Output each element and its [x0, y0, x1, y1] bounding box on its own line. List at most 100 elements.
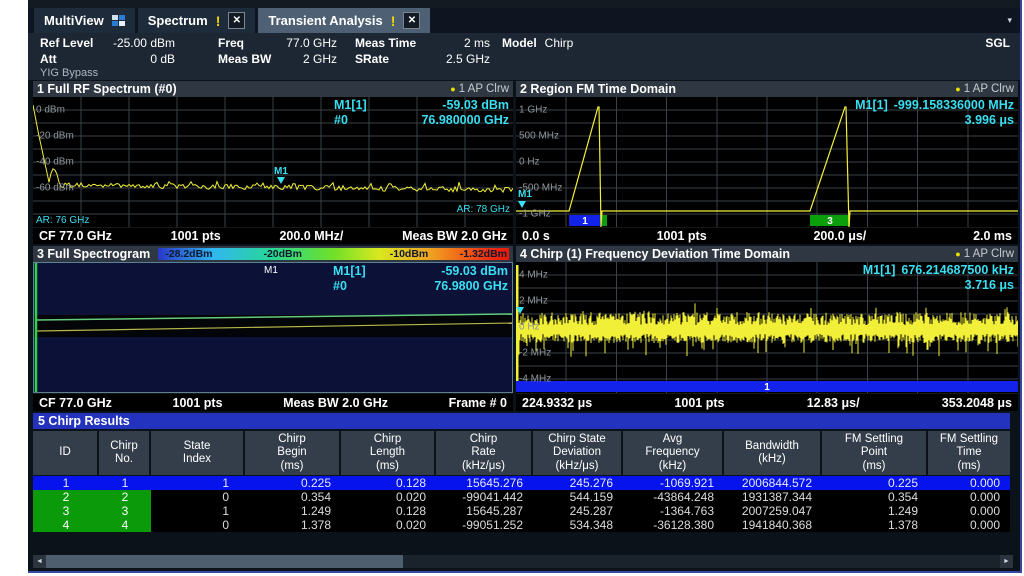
analyzer-window: MultiViewSpectrum!✕ Transient Analysis! ✕ ▾… [28, 0, 1022, 573]
table-row[interactable]: 2200.3540.020-99041.442544.159-43864.248… [33, 490, 1010, 504]
tab-transient-analysis[interactable]: Transient Analysis! ✕ [258, 8, 430, 33]
colorbar-label: -1.32dBm [460, 248, 507, 260]
cell: 3 [33, 504, 99, 518]
cell: 0.000 [928, 504, 1010, 518]
cell: 1941840.368 [724, 518, 822, 532]
panel2-footer: 0.0 s1001 pts200.0 μs/2.0 ms [516, 227, 1018, 244]
marker-value: 3.996 μs [965, 113, 1014, 128]
marker-readout-row: M1[1]-59.03 dBm [333, 264, 508, 279]
marker-name: #0 [333, 279, 385, 294]
marker-readout: M1[1]-999.158336000 MHz3.996 μs [855, 98, 1014, 128]
y-axis-label: 2 MHz [519, 296, 548, 307]
ref-level-label: Ref Level [40, 36, 93, 50]
tab-label: Transient Analysis [268, 13, 382, 28]
tab-dropdown-icon[interactable]: ▾ [1007, 15, 1012, 26]
scroll-right-arrow-icon[interactable]: ► [1000, 555, 1013, 568]
measurement-panels: 1 Full RF Spectrum (#0) ● 1 AP Clrw M10 … [28, 80, 1020, 411]
cell: 245.287 [533, 504, 623, 518]
panel-full-rf-spectrum[interactable]: 1 Full RF Spectrum (#0) ● 1 AP Clrw M10 … [33, 81, 513, 244]
srate-value: 2.5 GHz [389, 52, 490, 66]
cell: -99041.442 [436, 490, 533, 504]
spectrum-graph[interactable]: M10 dBm-20 dBm-40 dBm-60 dBmM1[1]-59.03 … [33, 97, 513, 227]
scrollbar-thumb[interactable] [46, 555, 403, 568]
frequency-deviation-graph[interactable]: 14 MHz2 MHz0 Hz-2 MHz-4 MHzM1[1]676.2146… [516, 262, 1018, 393]
panel-full-spectrogram[interactable]: 3 Full Spectrogram -28.2dBm-20dBm-10dBm-… [33, 246, 513, 411]
panel-chirp-frequency-deviation[interactable]: 4 Chirp (1) Frequency Deviation Time Dom… [516, 246, 1018, 411]
cell: 245.276 [533, 476, 623, 490]
grid-square [112, 21, 118, 26]
footer-item: 224.9332 μs [522, 396, 592, 410]
cell: 0.020 [341, 518, 436, 532]
y-axis-label: 0 dBm [36, 105, 65, 116]
footer-item: 2.0 ms [973, 229, 1012, 243]
svg-text:1: 1 [764, 382, 770, 393]
fm-time-domain-graph[interactable]: 13M11 GHz500 MHz0 Hz-500 MHz-1 GHzM1[1]-… [516, 97, 1018, 227]
cell: 0.354 [822, 490, 928, 504]
results-table-body: 1110.2250.12815645.276245.276-1069.92120… [33, 476, 1010, 532]
cell: 4 [99, 518, 151, 532]
srate-label: SRate [355, 52, 389, 66]
results-table-header: IDChirpNo.StateIndexChirpBegin(ms)ChirpL… [33, 431, 1010, 475]
setting-srate: SRate2.5 GHz [355, 52, 490, 66]
column-header: ChirpNo. [99, 431, 149, 475]
trace-badge: ● 1 AP Clrw [955, 83, 1014, 95]
cell: 0.020 [341, 490, 436, 504]
footer-item: 1001 pts [171, 229, 221, 243]
spectrogram-graph[interactable]: M1M1[1]-59.03 dBm#076.9800 GHz [33, 262, 513, 393]
footer-item: Meas BW 2.0 GHz [283, 396, 388, 410]
marker-readout-row: M1[1]-999.158336000 MHz [855, 98, 1014, 113]
footer-item: 353.2048 μs [942, 396, 1012, 410]
table-row[interactable]: 4401.3780.020-99051.252534.348-36128.380… [33, 518, 1010, 532]
cell: 1 [151, 504, 245, 518]
analysis-region-left-label: AR: 76 GHz [36, 215, 89, 226]
setting-meas-time: Meas Time2 ms [355, 36, 490, 50]
cell: 0.354 [245, 490, 341, 504]
marker-readout-row: 3.996 μs [855, 113, 1014, 128]
settings-row-2: Att0 dBMeas BW2 GHzSRate2.5 GHz [28, 51, 1020, 67]
footer-item: CF 77.0 GHz [39, 229, 112, 243]
warning-icon: ! [391, 13, 396, 29]
table-row[interactable]: 1110.2250.12815645.276245.276-1069.92120… [33, 476, 1010, 490]
svg-text:3: 3 [827, 216, 833, 227]
cell: 2 [99, 490, 151, 504]
tab-spectrum[interactable]: Spectrum!✕ [138, 8, 256, 33]
panel2-title: 2 Region FM Time Domain [520, 82, 676, 96]
marker-value: -59.03 dBm [386, 98, 509, 113]
panel4-title: 4 Chirp (1) Frequency Deviation Time Dom… [520, 247, 790, 261]
footer-item: CF 77.0 GHz [39, 396, 112, 410]
footer-item: 200.0 MHz/ [279, 229, 343, 243]
setting-freq: Freq77.0 GHz [218, 36, 337, 50]
column-header: FM SettlingTime(ms) [928, 431, 1010, 475]
window-top-strip [28, 0, 1020, 8]
scroll-left-arrow-icon[interactable]: ◄ [33, 555, 46, 568]
colorbar-label: -10dBm [390, 248, 429, 260]
cell: 2007259.047 [724, 504, 822, 518]
marker-name: #0 [334, 113, 386, 128]
ref-level-value: -25.00 dBm [93, 36, 175, 50]
cell: 1 [151, 476, 245, 490]
cell: 1.249 [822, 504, 928, 518]
sweep-mode-badge: SGL [985, 36, 1010, 50]
cell: 534.348 [533, 518, 623, 532]
column-header: AvgFrequency(kHz) [623, 431, 722, 475]
cell: 0.000 [928, 518, 1010, 532]
marker-readout-row: #076.980000 GHz [334, 113, 509, 128]
table-row[interactable]: 3311.2490.12815645.287245.287-1364.76320… [33, 504, 1010, 518]
analysis-region-right-label: AR: 78 GHz [457, 204, 510, 215]
tab-multiview[interactable]: MultiView [34, 8, 135, 33]
y-axis-label: 500 MHz [519, 131, 559, 142]
close-icon[interactable]: ✕ [228, 12, 245, 29]
horizontal-scrollbar[interactable]: ◄ ► [33, 555, 1013, 568]
yig-bypass-label: YIG Bypass [28, 67, 1020, 80]
close-icon[interactable]: ✕ [403, 12, 420, 29]
panel1-title: 1 Full RF Spectrum (#0) [37, 82, 177, 96]
footer-item: 1001 pts [657, 229, 707, 243]
footer-item: Meas BW 2.0 GHz [402, 229, 507, 243]
panel-region-fm-time-domain[interactable]: 2 Region FM Time Domain ● 1 AP Clrw 1 3 M1… [516, 81, 1018, 244]
cell: 1 [99, 476, 151, 490]
marker-value: -59.03 dBm [385, 264, 508, 279]
svg-text:1: 1 [582, 216, 588, 227]
cell: 1 [33, 476, 99, 490]
freq-label: Freq [218, 36, 244, 50]
cell: 4 [33, 518, 99, 532]
